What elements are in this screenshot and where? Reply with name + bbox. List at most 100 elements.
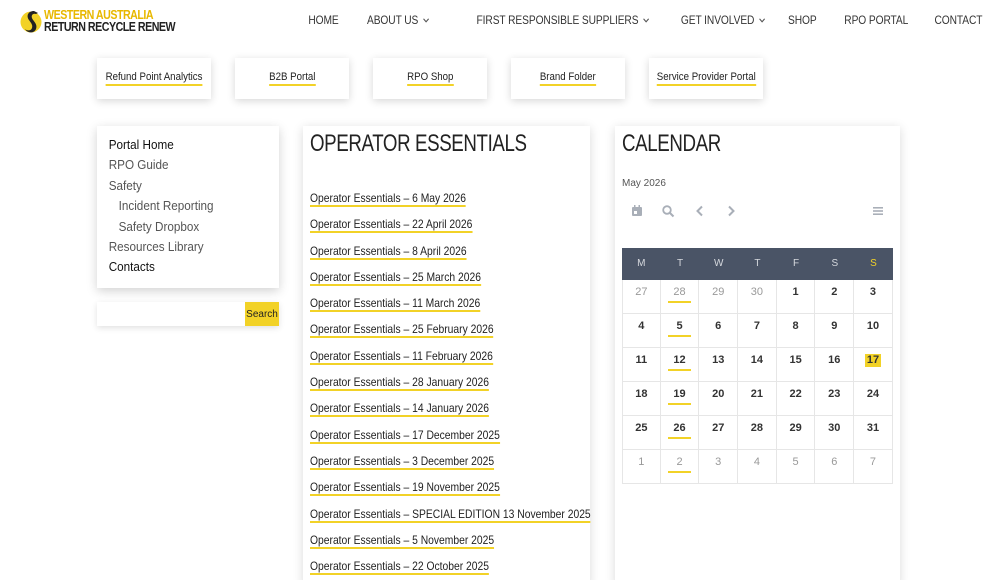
calendar-day[interactable]: 10	[854, 314, 893, 348]
calendar-day-number: 14	[750, 354, 764, 366]
calendar-day-number: 15	[789, 354, 802, 366]
calendar-day[interactable]: 28	[738, 416, 777, 450]
calendar-day[interactable]: 2	[815, 280, 855, 314]
side-menu-safety-dropbox[interactable]: Safety Dropbox	[97, 217, 261, 237]
calendar-day[interactable]: 1	[776, 280, 816, 314]
calendar-day[interactable]: 25	[622, 416, 661, 450]
weekday-header: W	[713, 258, 724, 269]
calendar-day[interactable]: 29	[699, 280, 739, 314]
list-item: Operator Essentials – 14 January 2026	[310, 399, 636, 425]
operator-essentials-link[interactable]: Operator Essentials – 17 December 2025	[310, 428, 500, 444]
calendar-day[interactable]: 17	[854, 348, 893, 382]
side-menu-resources-library[interactable]: Resources Library	[97, 237, 261, 257]
calendar-day[interactable]: 24	[854, 382, 893, 416]
operator-essentials-link[interactable]: Operator Essentials – 11 March 2026	[310, 296, 481, 313]
calendar-day[interactable]: 14	[738, 348, 777, 382]
side-menu-incident-reporting[interactable]: Incident Reporting	[97, 196, 261, 216]
calendar-day[interactable]: 4	[738, 450, 777, 484]
operator-essentials-link[interactable]: Operator Essentials – 14 January 2026	[310, 401, 489, 418]
operator-essentials-link[interactable]: Operator Essentials – 19 November 2025	[310, 480, 500, 497]
operator-essentials-link[interactable]: Operator Essentials – 6 May 2026	[310, 191, 467, 207]
calendar-day-number: 7	[869, 456, 877, 468]
calendar-day[interactable]: 9	[815, 314, 855, 348]
chevron-left-icon[interactable]	[693, 204, 707, 218]
calendar-day[interactable]: 6	[815, 450, 855, 484]
calendar-day[interactable]: 21	[738, 382, 777, 416]
calendar-day[interactable]: 8	[776, 314, 816, 348]
calendar-day[interactable]: 16	[815, 348, 855, 382]
side-menu-safety[interactable]: Safety	[97, 176, 261, 196]
operator-essentials-link[interactable]: Operator Essentials – SPECIAL EDITION 13…	[310, 507, 591, 523]
calendar-day[interactable]: 19	[660, 382, 700, 416]
menu-icon[interactable]	[871, 204, 885, 218]
calendar-day[interactable]: 5	[660, 314, 700, 348]
nav-item-contact[interactable]: CONTACT	[934, 13, 982, 27]
nav-item-first-responsible-suppliers[interactable]: FIRST RESPONSIBLE SUPPLIERS	[476, 13, 650, 27]
calendar-week-row: 11 12 13 14 15 16 17	[622, 348, 893, 382]
operator-essentials-link[interactable]: Operator Essentials – 25 March 2026	[310, 270, 481, 286]
calendar-day[interactable]: 29	[776, 416, 816, 450]
list-item: Operator Essentials – 22 October 2025	[310, 557, 636, 580]
calendar-day-number: 28	[750, 422, 764, 434]
quicklink-service-provider-portal[interactable]: Service Provider Portal	[649, 58, 763, 99]
calendar-icon[interactable]	[630, 204, 644, 218]
calendar-day[interactable]: 11	[622, 348, 661, 382]
operator-essentials-title: OPERATOR ESSENTIALS	[310, 130, 527, 157]
calendar-day[interactable]: 7	[854, 450, 893, 484]
quicklink-refund-point-analytics[interactable]: Refund Point Analytics	[97, 58, 211, 99]
calendar-day[interactable]: 12	[660, 348, 700, 382]
calendar-day[interactable]: 2	[660, 450, 700, 484]
calendar-day[interactable]: 13	[699, 348, 739, 382]
operator-essentials-link[interactable]: Operator Essentials – 22 April 2026	[310, 217, 473, 234]
calendar-day[interactable]: 4	[622, 314, 661, 348]
calendar-day[interactable]: 18	[622, 382, 661, 416]
calendar-day[interactable]: 30	[815, 416, 855, 450]
search-icon[interactable]	[661, 204, 675, 218]
search-input[interactable]	[97, 302, 245, 326]
nav-item-rpo-portal[interactable]: RPO PORTAL	[845, 13, 909, 27]
quicklink-rpo-shop[interactable]: RPO Shop	[373, 58, 487, 99]
side-menu-contacts[interactable]: Contacts	[97, 257, 261, 277]
calendar-day[interactable]: 30	[738, 280, 777, 314]
operator-essentials-link[interactable]: Operator Essentials – 11 February 2026	[310, 349, 493, 365]
calendar-day[interactable]: 15	[776, 348, 816, 382]
calendar-day[interactable]: 27	[699, 416, 739, 450]
operator-essentials-link[interactable]: Operator Essentials – 5 November 2025	[310, 533, 495, 549]
calendar-day[interactable]: 20	[699, 382, 739, 416]
calendar-day[interactable]: 3	[699, 450, 739, 484]
chevron-down-icon	[643, 17, 650, 23]
nav-item-about-us[interactable]: ABOUT US	[367, 13, 429, 27]
search-button[interactable]: Search	[245, 302, 279, 326]
calendar-day-number: 19	[673, 388, 686, 400]
calendar-day[interactable]: 7	[738, 314, 777, 348]
calendar-day[interactable]: 26	[660, 416, 700, 450]
side-menu-rpo-guide[interactable]: RPO Guide	[97, 155, 261, 175]
calendar-day[interactable]: 27	[622, 280, 661, 314]
site-logo[interactable]: WESTERN AUSTRALIA RETURN RECYCLE RENEW	[20, 5, 204, 37]
calendar-day[interactable]: 23	[815, 382, 855, 416]
nav-item-get-involved[interactable]: GET INVOLVED	[681, 13, 766, 27]
calendar-day-today: 17	[864, 354, 882, 367]
nav-item-home[interactable]: HOME	[308, 13, 338, 27]
operator-essentials-link[interactable]: Operator Essentials – 28 January 2026	[310, 375, 489, 392]
chevron-right-icon[interactable]	[724, 204, 738, 218]
operator-essentials-link[interactable]: Operator Essentials – 25 February 2026	[310, 322, 494, 339]
quicklink-b2b-portal[interactable]: B2B Portal	[235, 58, 349, 99]
calendar-week-row: 18 19 20 21 22 23 24	[622, 382, 893, 416]
operator-essentials-link[interactable]: Operator Essentials – 8 April 2026	[310, 244, 467, 260]
calendar-day[interactable]: 22	[776, 382, 816, 416]
calendar-day-number: 21	[750, 388, 764, 400]
calendar-day-number: 5	[792, 456, 799, 468]
operator-essentials-link[interactable]: Operator Essentials – 3 December 2025	[310, 454, 495, 470]
calendar-day[interactable]: 6	[699, 314, 739, 348]
event-indicator	[667, 335, 692, 337]
calendar-day[interactable]: 28	[660, 280, 700, 314]
calendar-day[interactable]: 1	[622, 450, 661, 484]
side-menu-portal-home[interactable]: Portal Home	[97, 135, 261, 155]
operator-essentials-link[interactable]: Operator Essentials – 22 October 2025	[310, 559, 489, 576]
calendar-day[interactable]: 5	[776, 450, 816, 484]
quicklink-brand-folder[interactable]: Brand Folder	[511, 58, 625, 99]
calendar-day[interactable]: 3	[854, 280, 893, 314]
calendar-day[interactable]: 31	[854, 416, 893, 450]
nav-item-shop[interactable]: SHOP	[788, 13, 817, 27]
